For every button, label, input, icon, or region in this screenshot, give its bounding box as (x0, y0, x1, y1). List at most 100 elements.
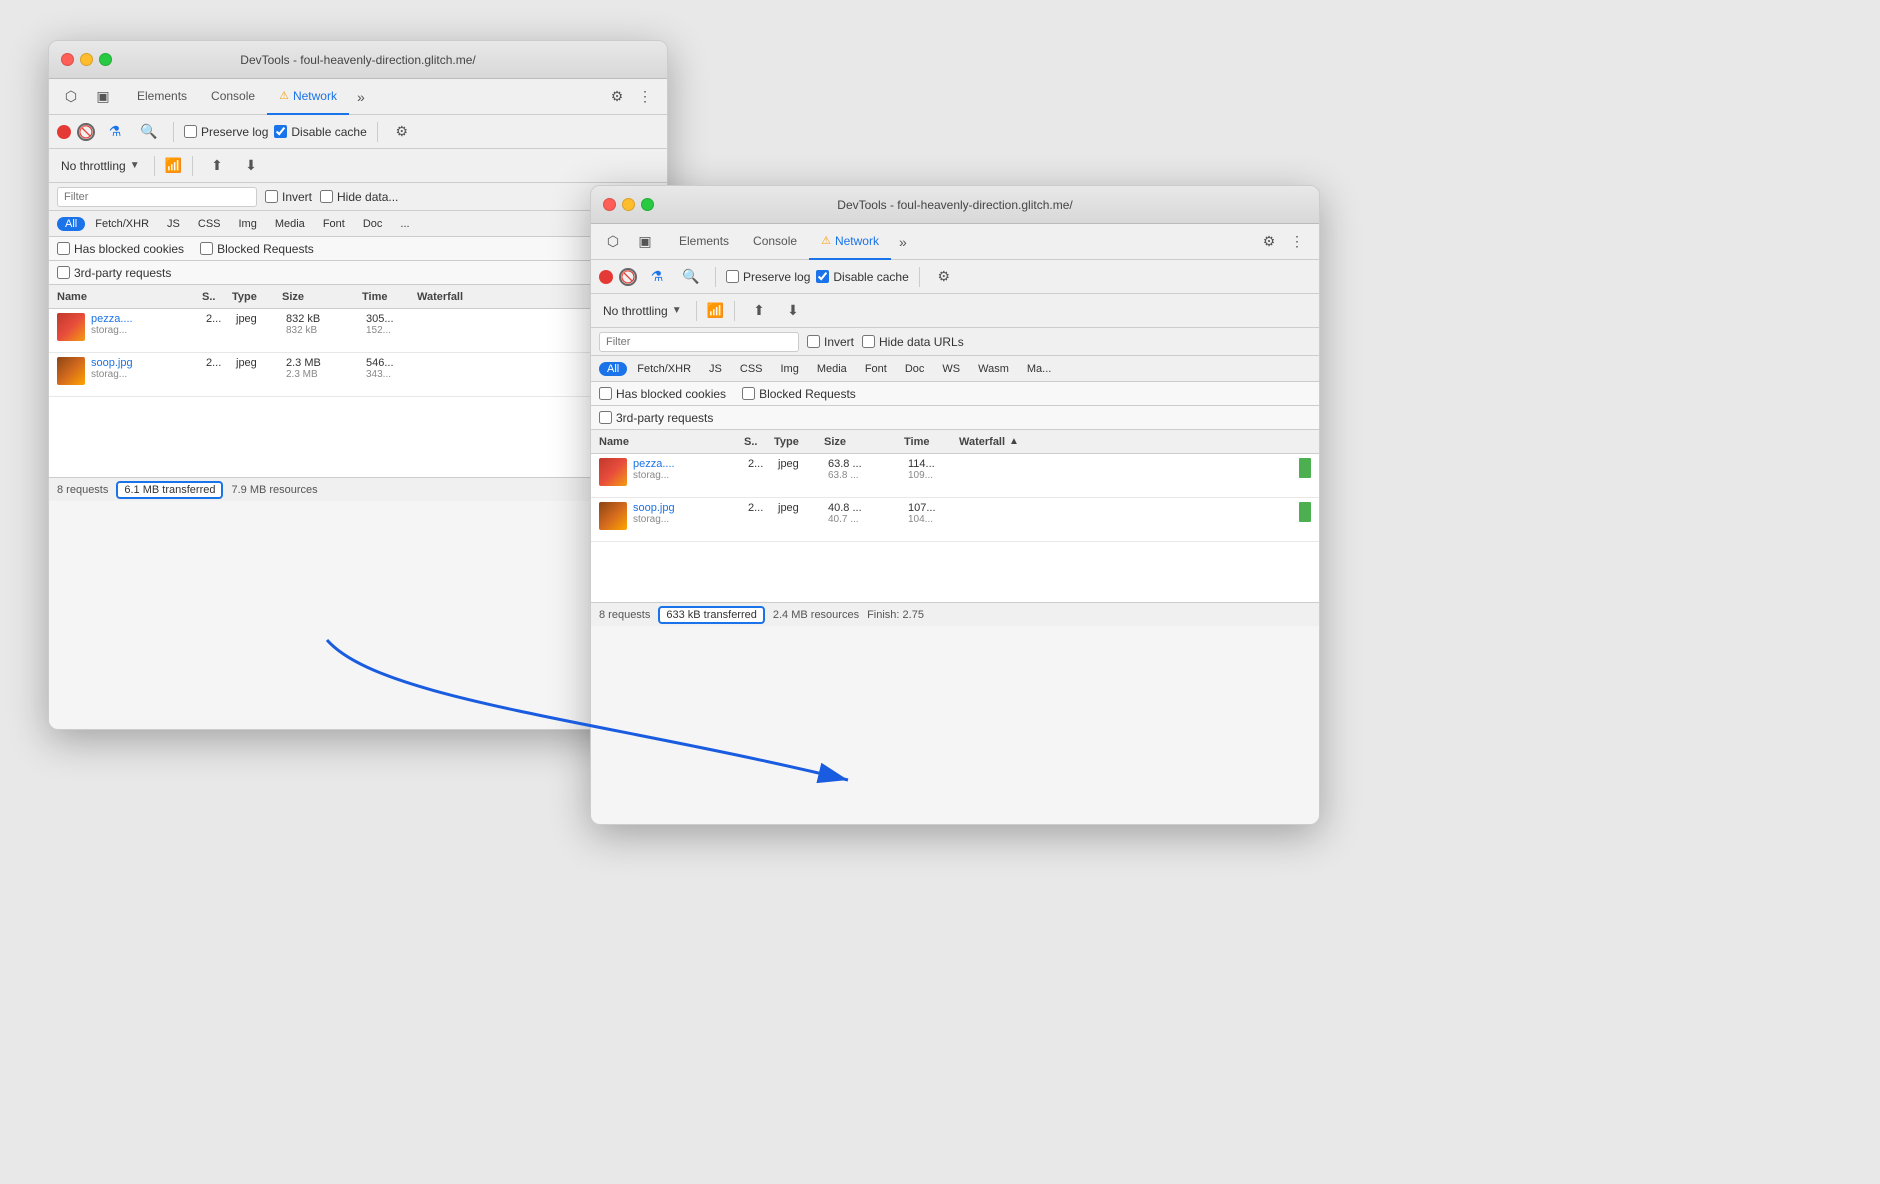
col-time-1[interactable]: Time (362, 291, 417, 303)
filter-tag-xhr-1[interactable]: Fetch/XHR (87, 217, 157, 231)
filter-tag-js-2[interactable]: JS (701, 362, 730, 376)
invert-input-2[interactable] (807, 335, 820, 348)
filter-tag-all-2[interactable]: All (599, 362, 627, 376)
minimize-button-2[interactable] (622, 198, 635, 211)
blocked-cookies-input-1[interactable] (57, 242, 70, 255)
tab-network-2[interactable]: Network (809, 224, 891, 260)
hide-data-input-1[interactable] (320, 190, 333, 203)
filter-icon-2[interactable]: ⚗ (643, 263, 671, 291)
blocked-requests-input-2[interactable] (742, 387, 755, 400)
more-options-icon-1[interactable]: ⋮ (631, 83, 659, 111)
col-type-2[interactable]: Type (774, 436, 824, 448)
pointer-icon[interactable]: ⬡ (57, 83, 85, 111)
table-row-soop-2[interactable]: soop.jpg storag... 2... jpeg 40.8 ... 40… (591, 498, 1319, 542)
hide-data-checkbox-1[interactable]: Hide data... (320, 190, 398, 204)
filter-tag-css-2[interactable]: CSS (732, 362, 771, 376)
maximize-button-1[interactable] (99, 53, 112, 66)
tab-elements-2[interactable]: Elements (667, 224, 741, 260)
cache-settings-icon-1[interactable]: ⚙ (388, 118, 416, 146)
filter-tag-img-2[interactable]: Img (773, 362, 807, 376)
filter-tag-js-1[interactable]: JS (159, 217, 188, 231)
filter-tag-doc-2[interactable]: Doc (897, 362, 933, 376)
filter-tag-img-1[interactable]: Img (231, 217, 265, 231)
filter-tag-media-2[interactable]: Media (809, 362, 855, 376)
settings-icon-1[interactable]: ⚙ (603, 83, 631, 111)
blocked-cookies-2[interactable]: Has blocked cookies (599, 387, 726, 401)
col-name-2[interactable]: Name (599, 436, 744, 448)
col-size-1[interactable]: Size (282, 291, 362, 303)
tab-more-1[interactable]: » (349, 85, 373, 109)
filter-input-1[interactable] (57, 187, 257, 207)
third-party-input-1[interactable] (57, 266, 70, 279)
inspector-icon-2[interactable]: ▣ (631, 228, 659, 256)
filter-tag-media-1[interactable]: Media (267, 217, 313, 231)
invert-checkbox-1[interactable]: Invert (265, 190, 312, 204)
clear-button-1[interactable]: 🚫 (77, 123, 95, 141)
tab-more-2[interactable]: » (891, 230, 915, 254)
record-button-1[interactable] (57, 125, 71, 139)
blocked-requests-1[interactable]: Blocked Requests (200, 242, 314, 256)
close-button-2[interactable] (603, 198, 616, 211)
third-party-1[interactable]: 3rd-party requests (57, 266, 171, 280)
col-waterfall-2[interactable]: Waterfall ▲ (959, 436, 1311, 448)
filter-tag-wasm-2[interactable]: Wasm (970, 362, 1017, 376)
col-time-2[interactable]: Time (904, 436, 959, 448)
hide-data-input-2[interactable] (862, 335, 875, 348)
col-size-2[interactable]: Size (824, 436, 904, 448)
search-icon-2[interactable]: 🔍 (677, 263, 705, 291)
blocked-cookies-input-2[interactable] (599, 387, 612, 400)
col-type-1[interactable]: Type (232, 291, 282, 303)
search-icon-1[interactable]: 🔍 (135, 118, 163, 146)
invert-input-1[interactable] (265, 190, 278, 203)
disable-cache-input-2[interactable] (816, 270, 829, 283)
blocked-requests-2[interactable]: Blocked Requests (742, 387, 856, 401)
filter-input-2[interactable] (599, 332, 799, 352)
tab-console-2[interactable]: Console (741, 224, 809, 260)
blocked-cookies-1[interactable]: Has blocked cookies (57, 242, 184, 256)
minimize-button-1[interactable] (80, 53, 93, 66)
filter-tag-all-1[interactable]: All (57, 217, 85, 231)
filter-icon-1[interactable]: ⚗ (101, 118, 129, 146)
maximize-button-2[interactable] (641, 198, 654, 211)
hide-data-checkbox-2[interactable]: Hide data URLs (862, 335, 964, 349)
table-row-soop-1[interactable]: soop.jpg storag... 2... jpeg 2.3 MB 2.3 … (49, 353, 667, 397)
more-options-icon-2[interactable]: ⋮ (1283, 228, 1311, 256)
disable-cache-checkbox-2[interactable]: Disable cache (816, 270, 908, 284)
preserve-log-checkbox-2[interactable]: Preserve log (726, 270, 810, 284)
tab-console-1[interactable]: Console (199, 79, 267, 115)
upload-icon-1[interactable]: ⬆ (203, 152, 231, 180)
throttle-select-1[interactable]: No throttling ▼ (57, 157, 144, 175)
filter-tag-xhr-2[interactable]: Fetch/XHR (629, 362, 699, 376)
pointer-icon-2[interactable]: ⬡ (599, 228, 627, 256)
filter-tag-ws-2[interactable]: WS (934, 362, 968, 376)
col-status-1[interactable]: S.. (202, 291, 232, 303)
settings-icon-2[interactable]: ⚙ (1255, 228, 1283, 256)
col-status-2[interactable]: S.. (744, 436, 774, 448)
download-icon-2[interactable]: ⬇ (779, 297, 807, 325)
filter-tag-font-1[interactable]: Font (315, 217, 353, 231)
disable-cache-input-1[interactable] (274, 125, 287, 138)
upload-icon-2[interactable]: ⬆ (745, 297, 773, 325)
filter-tag-css-1[interactable]: CSS (190, 217, 229, 231)
close-button-1[interactable] (61, 53, 74, 66)
filter-tag-doc-1[interactable]: Doc (355, 217, 391, 231)
disable-cache-checkbox-1[interactable]: Disable cache (274, 125, 366, 139)
col-name-1[interactable]: Name (57, 291, 202, 303)
download-icon-1[interactable]: ⬇ (237, 152, 265, 180)
tab-elements-1[interactable]: Elements (125, 79, 199, 115)
preserve-log-checkbox-1[interactable]: Preserve log (184, 125, 268, 139)
invert-checkbox-2[interactable]: Invert (807, 335, 854, 349)
filter-tag-font-2[interactable]: Font (857, 362, 895, 376)
cache-settings-icon-2[interactable]: ⚙ (930, 263, 958, 291)
table-row-pezza-2[interactable]: pezza.... storag... 2... jpeg 63.8 ... 6… (591, 454, 1319, 498)
clear-button-2[interactable]: 🚫 (619, 268, 637, 286)
blocked-requests-input-1[interactable] (200, 242, 213, 255)
tab-network-1[interactable]: Network (267, 79, 349, 115)
preserve-log-input-1[interactable] (184, 125, 197, 138)
preserve-log-input-2[interactable] (726, 270, 739, 283)
third-party-2[interactable]: 3rd-party requests (599, 411, 713, 425)
table-row-pezza-1[interactable]: pezza.... storag... 2... jpeg 832 kB 832… (49, 309, 667, 353)
record-button-2[interactable] (599, 270, 613, 284)
inspector-icon[interactable]: ▣ (89, 83, 117, 111)
throttle-select-2[interactable]: No throttling ▼ (599, 302, 686, 320)
